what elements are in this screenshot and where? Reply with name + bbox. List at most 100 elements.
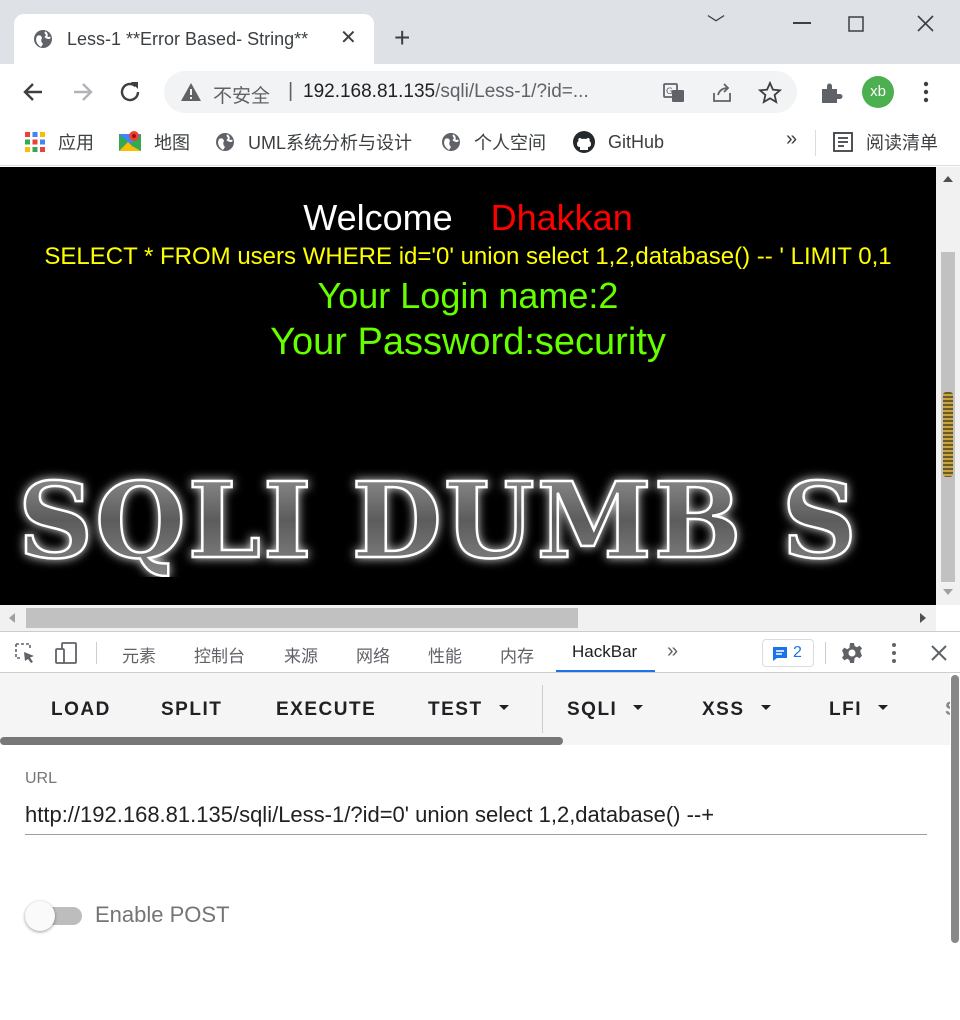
divider (825, 642, 826, 664)
sqli-dropdown[interactable]: SQLI (567, 699, 644, 721)
more-options-icon[interactable] (890, 642, 898, 664)
maps-icon (119, 131, 141, 151)
tab-memory[interactable]: 内存 (500, 642, 534, 667)
load-button[interactable]: LOAD (51, 699, 111, 721)
menu-icon[interactable] (922, 81, 930, 103)
horizontal-scroll-thumb[interactable] (26, 608, 578, 628)
password-result: Your Password:security (270, 321, 666, 363)
url-input[interactable] (25, 795, 927, 835)
tab-console[interactable]: 控制台 (194, 642, 245, 667)
toolbar: 不安全 | 192.168.81.135/sqli/Less-1/?id=...… (0, 64, 960, 120)
test-dropdown[interactable]: TEST (428, 699, 509, 721)
minimize-icon[interactable] (793, 22, 811, 24)
reload-icon[interactable] (116, 78, 144, 106)
bookmark-personal-space[interactable]: 个人空间 (440, 128, 546, 156)
device-toolbar-icon[interactable] (54, 641, 78, 665)
devtools-scrollbar[interactable] (950, 673, 960, 1020)
svg-text:G: G (666, 87, 673, 97)
vertical-scrollbar[interactable] (936, 167, 960, 605)
hackbar-menu: LOAD SPLIT EXECUTE TEST SQLI XSS LFI S (0, 673, 960, 745)
issues-count: 2 (793, 644, 802, 661)
extensions-icon[interactable] (819, 81, 843, 105)
share-icon[interactable] (710, 81, 734, 105)
lfi-dropdown[interactable]: LFI (829, 699, 888, 721)
forward-icon[interactable] (68, 78, 96, 106)
enable-post-toggle[interactable] (25, 901, 55, 931)
bookmark-maps[interactable]: 地图 (118, 128, 190, 156)
globe-icon (442, 133, 460, 151)
url-path: /sqli/Less-1/?id=... (435, 81, 589, 102)
dropdown-arrow-icon (498, 705, 509, 711)
bookmark-apps[interactable]: 应用 (24, 128, 94, 156)
reading-list-icon (833, 132, 853, 152)
execute-button[interactable]: EXECUTE (276, 699, 376, 721)
message-icon (773, 647, 787, 661)
scroll-up-icon[interactable] (943, 176, 953, 182)
scroll-corner (936, 605, 960, 631)
split-button[interactable]: SPLIT (161, 699, 222, 721)
tab-sources[interactable]: 来源 (284, 642, 318, 667)
bookmark-uml[interactable]: UML系统分析与设计 (214, 128, 412, 156)
back-icon[interactable] (20, 78, 48, 106)
globe-icon (34, 30, 52, 48)
inspect-element-icon[interactable] (14, 642, 36, 664)
dropdown-arrow-icon (878, 705, 888, 711)
close-devtools-icon[interactable] (931, 645, 947, 661)
divider (815, 130, 816, 156)
devtools-toolbar: 元素 控制台 来源 网络 性能 内存 HackBar » 2 (0, 631, 960, 673)
scroll-down-icon[interactable] (943, 589, 953, 595)
maximize-icon[interactable] (848, 16, 864, 32)
lfi-label: LFI (829, 699, 862, 720)
xss-label: XSS (702, 699, 745, 720)
tab-search-icon[interactable]: ﹀ (707, 10, 725, 36)
bookmark-label: GitHub (608, 131, 665, 152)
security-label[interactable]: 不安全 (213, 81, 270, 108)
scroll-left-icon[interactable] (9, 613, 15, 623)
bookmark-label: 个人空间 (474, 133, 546, 153)
dropdown-arrow-icon (633, 705, 644, 711)
settings-gear-icon[interactable] (841, 642, 863, 664)
devtools-scroll-thumb[interactable] (951, 675, 959, 943)
more-tabs-button[interactable]: » (667, 640, 678, 663)
tab-performance[interactable]: 性能 (428, 642, 462, 667)
scroll-right-icon[interactable] (920, 613, 926, 623)
dropdown-arrow-icon (760, 705, 771, 711)
horizontal-scrollbar[interactable] (0, 605, 936, 631)
login-name: Your Login name:2 (317, 275, 619, 316)
apps-grid-icon (25, 132, 45, 152)
banner-text: SQLI DUMB S (18, 459, 859, 577)
bookmark-label: 应用 (58, 133, 94, 153)
tab-hackbar[interactable]: HackBar (572, 642, 637, 662)
new-tab-button[interactable]: + (394, 24, 410, 52)
warning-icon[interactable] (180, 81, 202, 103)
bookmark-star-icon[interactable] (758, 81, 782, 105)
sqli-label: SQLI (567, 699, 618, 720)
tab-network[interactable]: 网络 (356, 642, 390, 667)
globe-icon (216, 133, 234, 151)
scroll-grip[interactable] (943, 392, 953, 477)
browser-tab[interactable]: Less-1 **Error Based- String** ✕ (14, 14, 374, 64)
tab-elements[interactable]: 元素 (122, 642, 156, 667)
reading-list-button[interactable]: 阅读清单 (832, 128, 938, 156)
sql-query: SELECT * FROM users WHERE id='0' union s… (44, 243, 892, 270)
issues-badge[interactable]: 2 (762, 639, 814, 667)
divider (542, 685, 543, 733)
xss-dropdown[interactable]: XSS (702, 699, 771, 721)
close-window-icon[interactable] (917, 15, 934, 32)
bookmark-github[interactable]: GitHub (572, 128, 664, 156)
hackbar-menu-scrollbar[interactable] (0, 737, 563, 745)
close-tab-icon[interactable]: ✕ (340, 27, 357, 49)
bookmark-label: 地图 (154, 133, 190, 153)
translate-icon[interactable]: G (662, 81, 686, 105)
page-viewport: Welcome Dhakkan SELECT * FROM users WHERE… (0, 167, 936, 605)
url-text[interactable]: 192.168.81.135/sqli/Less-1/?id=... (303, 81, 589, 103)
address-bar[interactable]: 不安全 | 192.168.81.135/sqli/Less-1/?id=...… (164, 71, 797, 113)
sqli-dumb-banner: SQLI DUMB S (17, 458, 859, 577)
avatar[interactable]: xb (862, 76, 894, 108)
welcome-line: Welcome Dhakkan (0, 197, 936, 239)
bookmarks-overflow-button[interactable]: » (786, 128, 797, 151)
reading-list-label: 阅读清单 (866, 133, 938, 153)
url-host: 192.168.81.135 (303, 81, 436, 102)
title-bar: Less-1 **Error Based- String** ✕ + ﹀ (0, 0, 960, 64)
hackbar-body: URL Enable POST (0, 745, 950, 1020)
